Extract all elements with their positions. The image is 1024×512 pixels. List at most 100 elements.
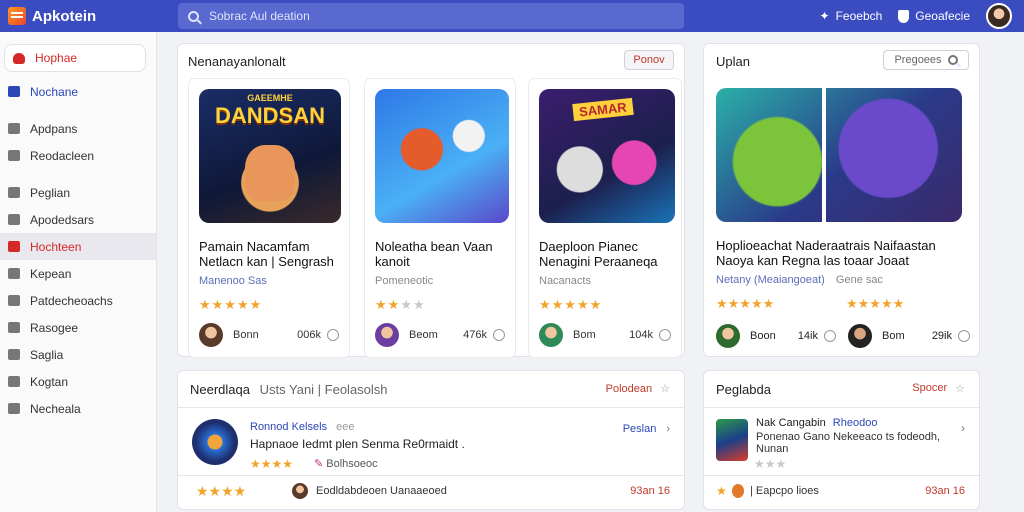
divider xyxy=(178,407,684,408)
user-avatar[interactable] xyxy=(986,3,1012,29)
sidebar-item-9[interactable]: Patdecheoachs xyxy=(0,287,156,314)
app-subtitle: Pomeneotic xyxy=(375,275,434,287)
search-icon xyxy=(188,10,199,22)
footer-text: | Eapcpo lioes xyxy=(750,485,819,497)
sidebar-item-10[interactable]: Rasogee xyxy=(0,314,156,341)
list-panel-action-label: Polodean xyxy=(605,382,653,395)
list-item-header: Ronnod Kelsels eee xyxy=(250,421,354,433)
star-outline-icon: ☆ xyxy=(955,383,965,395)
header-link-1[interactable]: ✦ Feoebch xyxy=(820,9,883,23)
side-list-panel: Peglabda Spocer ☆ Nak Cangabin Rheodoo P… xyxy=(703,370,980,510)
favorite-icon[interactable] xyxy=(958,330,970,342)
app-subtitle: Nacanacts xyxy=(539,275,591,287)
sidebar-item-6[interactable]: Apodedsars xyxy=(0,206,156,233)
download-count: 006k xyxy=(297,329,321,341)
app-thumbnail: GAEEMHE DANDSAN xyxy=(199,89,341,223)
list-panel-action[interactable]: Polodean ☆ xyxy=(605,382,670,396)
sidebar-item-13[interactable]: Necheala xyxy=(0,395,156,422)
sidebar-item-11[interactable]: Saglia xyxy=(0,341,156,368)
author-name: Bom xyxy=(882,330,905,342)
search-input[interactable]: Sobrac Aul deation xyxy=(178,3,684,29)
sidebar-item-home[interactable]: Hophae xyxy=(4,44,146,72)
rating-stars: ★★★★★ xyxy=(199,297,263,312)
sidebar-item-label: Kepean xyxy=(30,266,72,281)
author-name: Boon xyxy=(750,330,776,342)
sidebar-item-label: Peglian xyxy=(30,185,71,200)
sidebar-item-7[interactable]: Hochteen xyxy=(0,233,156,260)
search-placeholder: Sobrac Aul deation xyxy=(209,9,310,23)
list-panel-subtitle: Usts Yani | Feolasolsh xyxy=(259,382,388,397)
app-icon xyxy=(716,419,748,461)
header-link-2[interactable]: Geoafecie xyxy=(898,9,970,23)
app-card[interactable]: Noleatha bean Vaan kanoit Pomeneotic ★★★… xyxy=(364,78,516,358)
author-avatar[interactable] xyxy=(539,323,563,347)
list-item-description: Ponenao Gano Nekeeaco ts fodeodh, xyxy=(756,431,941,443)
app-icon xyxy=(192,419,238,465)
author-name: Bom xyxy=(573,329,596,341)
author-avatar[interactable] xyxy=(848,324,872,348)
app-thumbnail: SAMAR xyxy=(539,89,675,223)
tag-icon xyxy=(8,376,20,387)
author-avatar[interactable] xyxy=(716,324,740,348)
side-list-action[interactable]: Spocer ☆ xyxy=(912,382,965,395)
divider xyxy=(704,475,979,476)
app-name: Apkotein xyxy=(32,7,97,25)
app-thumbnail xyxy=(375,89,509,223)
thumbnail-divider xyxy=(822,88,826,222)
app-title: Pamain Nacamfam Netlacn kan | Sengrash xyxy=(199,239,334,269)
right-panel-search[interactable]: Pregoees xyxy=(883,50,969,70)
list-panel-title: Neerdlaqa xyxy=(190,382,250,397)
app-title: Hoplioeachat Naderaatrais Naifaastan Nao… xyxy=(716,238,936,268)
app-logo[interactable]: Apkotein xyxy=(0,7,178,25)
sidebar-item-3[interactable]: Apdpans xyxy=(0,115,156,142)
header-link-2-label: Geoafecie xyxy=(915,9,970,23)
briefcase-icon xyxy=(8,86,20,97)
app-card[interactable]: GAEEMHE DANDSAN Pamain Nacamfam Netlacn … xyxy=(188,78,350,358)
featured-button[interactable]: Ponov xyxy=(624,50,674,70)
search-icon xyxy=(947,55,958,65)
app-card[interactable]: SAMAR Daeploon Pianec Nenagini Peraaneqa… xyxy=(528,78,682,358)
chart-bar-icon xyxy=(8,322,20,333)
author-name: Bonn xyxy=(233,329,259,341)
author-avatar[interactable] xyxy=(375,323,399,347)
chevron-right-icon[interactable]: › xyxy=(961,421,965,435)
app-title: Daeploon Pianec Nenagini Peraaneqa xyxy=(539,239,658,269)
list-item-description-2: Nunan xyxy=(756,443,789,455)
app-thumbnail[interactable] xyxy=(716,88,962,222)
favorite-icon[interactable] xyxy=(493,329,505,341)
author-avatar[interactable] xyxy=(199,323,223,347)
list-item-description: Hapnaoe Iedmt plen Senma Re0rmaidt . xyxy=(250,437,465,451)
shield-icon xyxy=(898,9,910,23)
author-avatar[interactable] xyxy=(292,483,308,499)
author-name: Beom xyxy=(409,329,438,341)
sidebar-item-label: Nochane xyxy=(30,84,79,99)
badge-icon xyxy=(732,484,744,498)
side-list-action-label: Spocer xyxy=(912,382,948,394)
favorite-icon[interactable] xyxy=(824,330,836,342)
cross-icon xyxy=(8,150,20,161)
pen-icon: ✎ xyxy=(314,458,324,470)
thumbnail-top-text: GAEEMHE xyxy=(247,93,293,103)
sidebar-item-8[interactable]: Kepean xyxy=(0,260,156,287)
sidebar-item-label: Rasogee xyxy=(30,320,79,335)
sidebar-item-5[interactable]: Peglian xyxy=(0,179,156,206)
rating-stars: ★★★ xyxy=(754,457,787,471)
list-item-name: Ronnod Kelsels xyxy=(250,421,328,433)
side-list-title: Peglabda xyxy=(716,382,771,397)
favorite-icon[interactable] xyxy=(327,329,339,341)
divider xyxy=(704,407,979,408)
home-icon xyxy=(13,52,25,64)
download-count: 14ik xyxy=(797,330,818,342)
settings-icon xyxy=(8,349,20,360)
sidebar-item-label: Hophae xyxy=(35,51,78,65)
logo-icon xyxy=(8,7,26,25)
sidebar: Hophae Nochane Apdpans Reodacleen Peglia… xyxy=(0,32,157,512)
list-item-link[interactable]: Peslan › xyxy=(623,423,670,435)
favorite-icon[interactable] xyxy=(659,329,671,341)
sidebar-item-label: Necheala xyxy=(30,401,81,416)
sidebar-item-4[interactable]: Reodacleen xyxy=(0,142,156,169)
sidebar-item-12[interactable]: Kogtan xyxy=(0,368,156,395)
sidebar-item-2[interactable]: Nochane xyxy=(0,78,156,105)
divider xyxy=(178,475,684,476)
footer-text: Eodldabdeoen Uanaaeoed xyxy=(316,485,447,497)
